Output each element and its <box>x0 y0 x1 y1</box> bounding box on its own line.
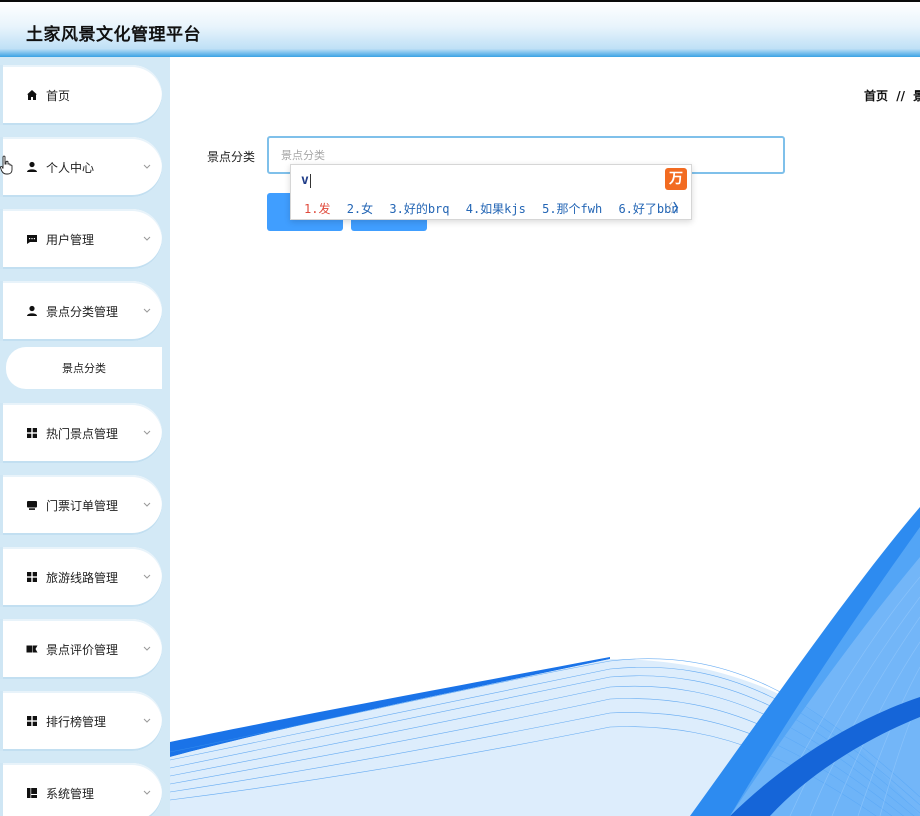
ime-next-page-icon[interactable]: 〉 <box>673 201 685 215</box>
system-icon <box>27 788 37 798</box>
chevron-down-icon <box>143 502 151 507</box>
sidebar-subitem-category[interactable]: 景点分类 <box>6 347 162 389</box>
chevron-down-icon <box>143 164 151 169</box>
sidebar: 首页 个人中心 用户管理 景点分类管理 景点分类 热门景点管理 门票订单管理 旅… <box>0 57 170 816</box>
sidebar-item-label: 门票订单管理 <box>46 498 119 513</box>
ime-candidate[interactable]: 4.如果kjs <box>466 202 526 216</box>
chevron-down-icon <box>143 308 151 313</box>
sidebar-item-label: 个人中心 <box>46 160 95 175</box>
hand-cursor-icon <box>0 155 13 175</box>
home-icon <box>27 90 37 100</box>
ime-logo-icon[interactable]: 万 <box>665 168 687 190</box>
sidebar-item-label: 首页 <box>46 88 71 103</box>
chevron-down-icon <box>143 236 151 241</box>
chat-icon <box>27 235 37 244</box>
ime-candidate[interactable]: 3.好的brq <box>389 202 449 216</box>
sidebar-item-category-management[interactable]: 景点分类管理 <box>0 281 162 341</box>
sidebar-subitem-label: 景点分类 <box>62 362 106 375</box>
sidebar-item-rankings[interactable]: 排行榜管理 <box>0 691 162 751</box>
grid-icon <box>27 716 37 726</box>
app-header: 土家风景文化管理平台 <box>0 0 920 57</box>
ime-candidate[interactable]: 2.女 <box>347 202 373 216</box>
person-icon <box>27 305 37 316</box>
sidebar-item-label: 热门景点管理 <box>46 426 119 441</box>
sidebar-item-personal-center[interactable]: 个人中心 <box>0 137 162 197</box>
sidebar-item-label: 旅游线路管理 <box>46 570 119 585</box>
sidebar-item-label: 排行榜管理 <box>46 714 107 729</box>
chevron-down-icon <box>143 646 151 651</box>
sidebar-item-reviews[interactable]: 景点评价管理 <box>0 619 162 679</box>
ime-candidate-list: 1.发 2.女 3.好的brq 4.如果kjs 5.那个fwh 6.好了bbn <box>304 200 688 217</box>
grid-icon <box>27 572 37 582</box>
chevron-down-icon <box>143 790 151 795</box>
chevron-down-icon <box>143 574 151 579</box>
sidebar-item-travel-routes[interactable]: 旅游线路管理 <box>0 547 162 607</box>
sidebar-item-ticket-orders[interactable]: 门票订单管理 <box>0 475 162 535</box>
ime-page-nav: 〈〉 <box>661 199 685 216</box>
breadcrumb-separator: // <box>896 89 905 103</box>
ticket-icon <box>27 501 37 510</box>
breadcrumb-home[interactable]: 首页 <box>864 89 888 103</box>
ime-prev-page-icon[interactable]: 〈 <box>661 201 673 215</box>
sidebar-item-hot-spots[interactable]: 热门景点管理 <box>0 403 162 463</box>
person-icon <box>27 161 37 172</box>
ime-candidate-popup: v 万 1.发 2.女 3.好的brq 4.如果kjs 5.那个fwh 6.好了… <box>290 164 692 220</box>
category-label: 景点分类 <box>207 150 256 164</box>
sidebar-item-user-management[interactable]: 用户管理 <box>0 209 162 269</box>
sidebar-item-label: 用户管理 <box>46 232 95 247</box>
chevron-down-icon <box>143 430 151 435</box>
ime-candidate[interactable]: 5.那个fwh <box>542 202 602 216</box>
sidebar-item-system[interactable]: 系统管理 <box>0 763 162 816</box>
chevron-down-icon <box>143 718 151 723</box>
breadcrumb-current: 景 <box>913 89 920 103</box>
sidebar-item-label: 系统管理 <box>46 786 95 801</box>
breadcrumb: 首页 // 景 <box>864 87 920 104</box>
sidebar-item-label: 景点评价管理 <box>46 642 119 657</box>
sidebar-item-label: 景点分类管理 <box>46 304 119 319</box>
grid-icon <box>27 428 37 438</box>
ime-composition: v <box>301 173 311 188</box>
ime-candidate[interactable]: 1.发 <box>304 202 330 216</box>
app-title: 土家风景文化管理平台 <box>26 25 201 45</box>
rating-icon <box>26 645 38 653</box>
sidebar-item-home[interactable]: 首页 <box>0 65 162 125</box>
